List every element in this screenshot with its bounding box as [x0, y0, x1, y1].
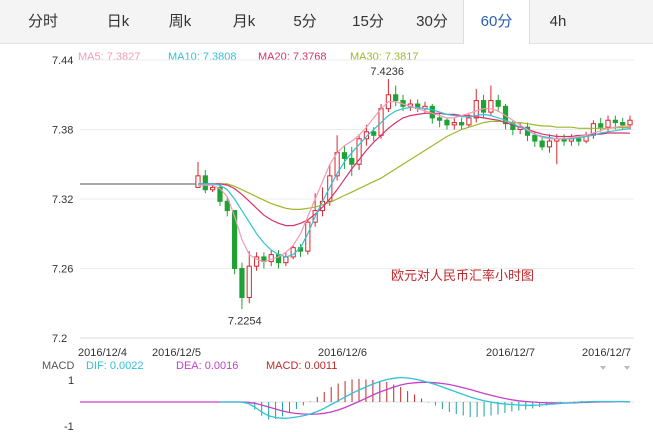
macd-y-tick: 1 [68, 375, 74, 387]
macd-legend-dif: DIF: 0.0022 [86, 360, 143, 372]
candle-body [371, 131, 377, 136]
y-tick-label: 7.32 [52, 194, 73, 206]
ma5-line [198, 101, 631, 263]
candle-body [458, 122, 465, 126]
candle-body [341, 152, 348, 159]
kline-chart: MA5: 7.3827 MA10: 7.3808 MA20: 7.3768 MA30:… [42, 51, 634, 432]
ma-legend-ma5: MA5: 7.3827 [78, 51, 140, 63]
candle-body [532, 134, 538, 142]
ma20-line [198, 112, 631, 227]
x-tick-label: 2016/12/4 [78, 347, 127, 359]
candle-body [393, 94, 399, 102]
candle-body [620, 122, 626, 126]
macd-y-tick: -1 [64, 421, 74, 432]
candle-body [437, 117, 443, 121]
candle-body [480, 100, 487, 113]
macd-legend-macd: MACD: 0.0011 [266, 360, 337, 372]
dea-line [220, 381, 631, 415]
candle-body [246, 265, 252, 298]
candle-body [429, 105, 435, 119]
candle-body [539, 140, 545, 148]
candle-body [283, 256, 289, 264]
ma-legend-ma20: MA20: 7.3768 [258, 51, 327, 63]
macd-label: MACD [42, 360, 74, 372]
candle-body [612, 119, 618, 124]
x-tick-label: 2016/12/7 [582, 347, 631, 359]
low-price-label: 7.2254 [228, 316, 262, 328]
ma30-line [198, 120, 630, 210]
candle-body [495, 100, 501, 107]
x-tick-label: 2016/12/7 [486, 347, 535, 359]
candle-body [576, 138, 582, 142]
candle-body [451, 122, 457, 126]
y-tick-label: 7.44 [52, 55, 73, 67]
candle-body [488, 100, 494, 113]
dif-line [220, 376, 631, 419]
macd-more-icon [624, 366, 630, 370]
x-tick-label: 2016/12/6 [318, 347, 367, 359]
x-tick-label: 2016/12/5 [152, 347, 201, 359]
macd-legend-dea: DEA: 0.0016 [176, 360, 238, 372]
candle-body [466, 117, 472, 126]
chart-title: 欧元对人民币汇率小时图 [391, 268, 535, 283]
candle-body [546, 140, 553, 148]
candle-body [224, 200, 230, 212]
candle-body [627, 119, 633, 126]
y-tick-label: 7.26 [52, 264, 73, 276]
high-price-label: 7.4236 [370, 66, 404, 78]
candle-body [349, 157, 355, 165]
candle-body [239, 268, 245, 298]
candle-body [598, 123, 604, 128]
candle-body [210, 186, 216, 191]
candle-body [268, 254, 274, 263]
y-tick-label: 7.2 [52, 333, 67, 345]
ma-legend-ma10: MA10: 7.3808 [168, 51, 237, 63]
macd-collapse-icon [600, 366, 606, 370]
ma-legend-ma30: MA30: 7.3817 [350, 51, 419, 63]
y-tick-label: 7.38 [52, 125, 73, 137]
candle-body [202, 175, 208, 191]
candle-body [605, 119, 611, 128]
candle-body [444, 119, 450, 126]
